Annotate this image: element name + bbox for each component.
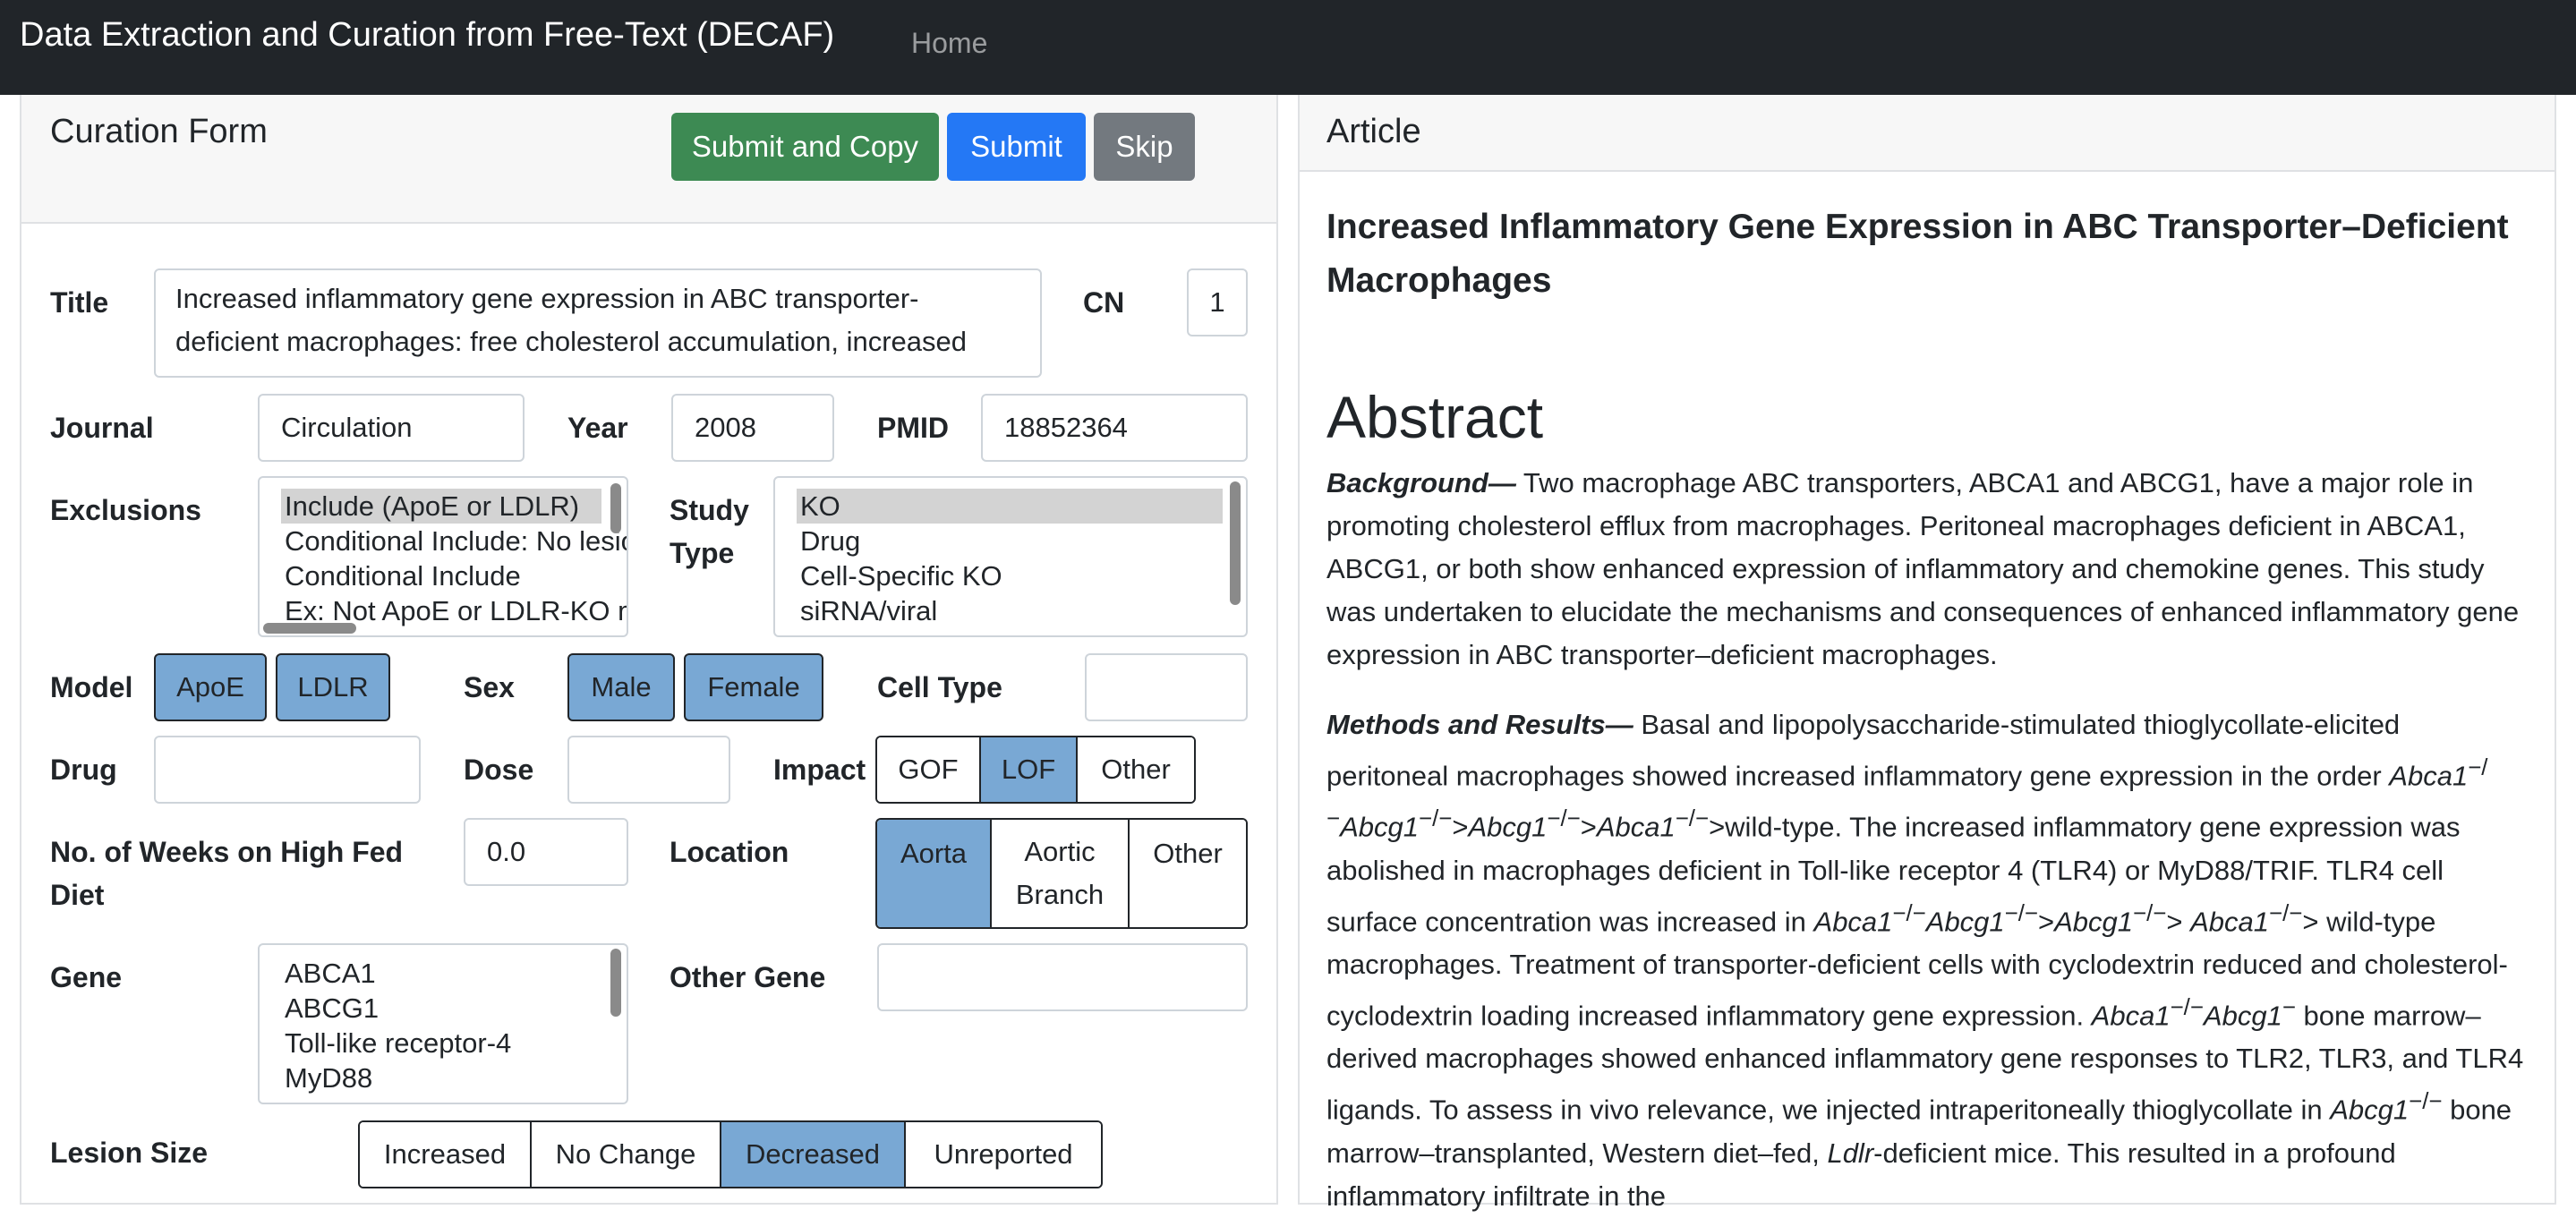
weeks-input[interactable]: 0.0	[464, 818, 628, 886]
sex-female-toggle[interactable]: Female	[684, 653, 823, 721]
cn-input[interactable]: 1	[1187, 268, 1248, 336]
study-type-label: Study Type	[670, 494, 749, 569]
cell-type-input[interactable]	[1085, 653, 1248, 721]
study-type-option[interactable]: siRNA/viral	[775, 593, 1246, 628]
model-label: Model	[50, 671, 133, 703]
exclusions-hscrollbar[interactable]	[263, 623, 356, 634]
nav-home-link[interactable]: Home	[911, 27, 987, 60]
lesion-increased-option[interactable]: Increased	[360, 1122, 532, 1187]
exclusions-listbox[interactable]: Include (ApoE or LDLR) Conditional Inclu…	[258, 476, 628, 637]
impact-gof-option[interactable]: GOF	[877, 737, 981, 802]
study-type-option[interactable]: KO	[797, 489, 1223, 524]
lesion-size-button-group: Increased No Change Decreased Unreported	[358, 1120, 1103, 1188]
gene-label: Gene	[50, 961, 123, 993]
sex-label: Sex	[464, 671, 515, 703]
gene-vscrollbar[interactable]	[610, 949, 621, 1017]
gene-option[interactable]: TRIF	[260, 1095, 627, 1103]
lesion-unreported-option[interactable]: Unreported	[906, 1122, 1101, 1187]
article-header-bar	[1300, 95, 2555, 172]
impact-other-option[interactable]: Other	[1078, 737, 1194, 802]
gene-option[interactable]: ABCG1	[260, 991, 627, 1026]
lesion-decreased-option[interactable]: Decreased	[721, 1122, 906, 1187]
drug-label: Drug	[50, 754, 117, 786]
article-header: Article	[1326, 113, 1421, 150]
journal-label: Journal	[50, 412, 154, 444]
gene-option[interactable]: ABCA1	[260, 956, 627, 991]
location-other-option[interactable]: Other	[1130, 820, 1246, 927]
model-ldlr-toggle[interactable]: LDLR	[276, 653, 390, 721]
year-label: Year	[567, 412, 628, 444]
location-aortic-branch-option[interactable]: Aortic Branch	[992, 820, 1130, 927]
weeks-label: No. of Weeks on High Fed Diet	[50, 836, 404, 911]
exclusions-label: Exclusions	[50, 494, 201, 526]
abstract-methods-paragraph: Methods and Results— Basal and lipopolys…	[1326, 709, 2524, 1212]
methods-label: Methods and Results—	[1326, 709, 1633, 740]
background-label: Background—	[1326, 467, 1516, 498]
skip-button[interactable]: Skip	[1094, 113, 1195, 181]
gene-option[interactable]: Toll-like receptor-4	[260, 1026, 627, 1060]
study-type-option[interactable]: Drug	[775, 524, 1246, 558]
title-label: Title	[50, 286, 109, 319]
article-title: Increased Inflammatory Gene Expression i…	[1326, 208, 2509, 300]
title-textarea[interactable]: Increased inflammatory gene expression i…	[154, 268, 1042, 378]
dose-label: Dose	[464, 754, 534, 786]
dose-input[interactable]	[567, 736, 730, 804]
lesion-no-change-option[interactable]: No Change	[532, 1122, 721, 1187]
abstract-background-paragraph: Background— Two macrophage ABC transport…	[1326, 467, 2520, 670]
curation-form-title: Curation Form	[50, 113, 268, 150]
abstract-heading: Abstract	[1326, 384, 1544, 450]
gene-listbox[interactable]: ABCA1 ABCG1 Toll-like receptor-4 MyD88 T…	[258, 943, 628, 1104]
pmid-label: PMID	[877, 412, 949, 444]
submit-and-copy-button[interactable]: Submit and Copy	[671, 113, 939, 181]
exclusions-vscrollbar[interactable]	[610, 483, 621, 533]
lesion-size-label: Lesion Size	[50, 1137, 209, 1169]
journal-input[interactable]: Circulation	[258, 394, 525, 462]
location-aorta-option[interactable]: Aorta	[877, 820, 992, 927]
study-type-listbox[interactable]: KO Drug Cell-Specific KO siRNA/viral Oth…	[773, 476, 1248, 637]
study-type-vscrollbar[interactable]	[1230, 481, 1241, 605]
study-type-option[interactable]: Cell-Specific KO	[775, 558, 1246, 593]
location-label: Location	[670, 836, 789, 868]
other-gene-input[interactable]	[877, 943, 1248, 1011]
cn-label: CN	[1083, 286, 1125, 319]
app-brand[interactable]: Data Extraction and Curation from Free-T…	[20, 16, 834, 55]
location-button-group: Aorta Aortic Branch Other	[875, 818, 1248, 929]
impact-label: Impact	[773, 754, 866, 786]
drug-input[interactable]	[154, 736, 421, 804]
sex-male-toggle[interactable]: Male	[567, 653, 675, 721]
exclusion-option[interactable]: Conditional Include: No lesion	[260, 524, 627, 558]
submit-button[interactable]: Submit	[947, 113, 1086, 181]
impact-button-group: GOF LOF Other	[875, 736, 1196, 804]
study-type-option[interactable]: Other	[775, 628, 1246, 635]
cell-type-label: Cell Type	[877, 671, 1002, 703]
model-apoe-toggle[interactable]: ApoE	[154, 653, 267, 721]
exclusion-option[interactable]: Include (ApoE or LDLR)	[281, 489, 601, 524]
year-input[interactable]: 2008	[671, 394, 834, 462]
other-gene-label: Other Gene	[670, 961, 826, 993]
gene-option[interactable]: MyD88	[260, 1060, 627, 1095]
exclusion-option[interactable]: Conditional Include	[260, 558, 627, 593]
impact-lof-option[interactable]: LOF	[981, 737, 1078, 802]
curation-form-card	[20, 95, 1278, 1205]
pmid-input[interactable]: 18852364	[981, 394, 1248, 462]
